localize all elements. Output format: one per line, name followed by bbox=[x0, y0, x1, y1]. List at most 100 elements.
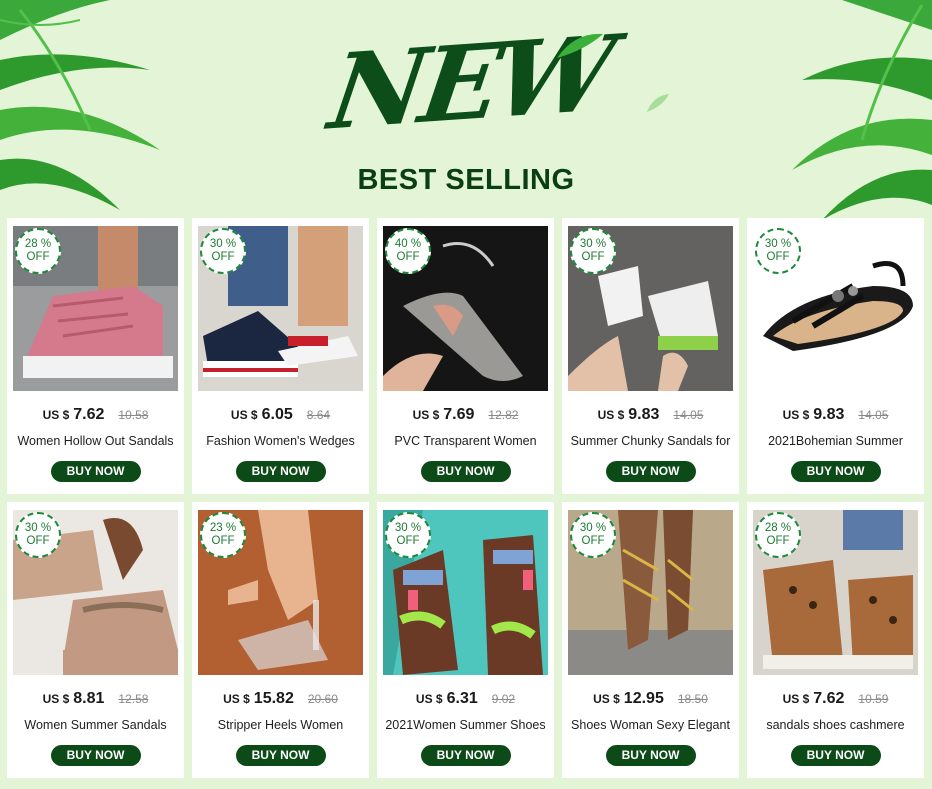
discount-off-label: OFF bbox=[211, 251, 235, 263]
product-image[interactable]: 30 % OFF bbox=[13, 510, 178, 675]
discount-badge: 23 % OFF bbox=[200, 512, 246, 558]
product-card[interactable]: 28 % OFF US $7.62 10.58 Women Hollow Out… bbox=[7, 218, 184, 494]
sale-price-value: 7.62 bbox=[73, 406, 105, 423]
original-price: 9.02 bbox=[491, 692, 516, 706]
product-grid: 28 % OFF US $7.62 10.58 Women Hollow Out… bbox=[7, 218, 925, 778]
original-price: 18.50 bbox=[677, 692, 708, 706]
buy-now-button[interactable]: BUY NOW bbox=[605, 461, 696, 482]
buy-now-button[interactable]: BUY NOW bbox=[235, 461, 326, 482]
discount-percent: 23 % bbox=[209, 522, 237, 534]
product-name[interactable]: Women Hollow Out Sandals bbox=[13, 434, 178, 448]
buy-now-button[interactable]: BUY NOW bbox=[420, 461, 511, 482]
sale-price-value: 6.31 bbox=[446, 690, 478, 707]
product-name[interactable]: PVC Transparent Women bbox=[383, 434, 548, 448]
product-card[interactable]: 23 % OFF US $15.82 20.60 Stripper Heels … bbox=[192, 502, 369, 778]
discount-off-label: OFF bbox=[26, 535, 50, 547]
discount-off-label: OFF bbox=[26, 251, 50, 263]
product-card[interactable]: 28 % OFF US $7.62 10.59 sandals shoes ca… bbox=[747, 502, 924, 778]
original-price: 14.05 bbox=[673, 408, 704, 422]
product-name[interactable]: Fashion Women's Wedges bbox=[198, 434, 363, 448]
discount-percent: 30 % bbox=[24, 522, 52, 534]
product-card[interactable]: 30 % OFF US $6.31 9.02 2021Women Summer … bbox=[377, 502, 554, 778]
price-row: US $12.95 18.50 bbox=[568, 690, 733, 708]
product-image[interactable]: 28 % OFF bbox=[753, 510, 918, 675]
sale-price: US $6.05 bbox=[231, 406, 293, 424]
discount-badge: 30 % OFF bbox=[755, 228, 801, 274]
discount-percent: 30 % bbox=[579, 238, 607, 250]
currency-label: US $ bbox=[230, 408, 258, 422]
buy-now-button[interactable]: BUY NOW bbox=[420, 745, 511, 766]
original-price: 10.59 bbox=[858, 692, 889, 706]
product-image[interactable]: 28 % OFF bbox=[13, 226, 178, 391]
discount-badge: 28 % OFF bbox=[15, 228, 61, 274]
original-price: 20.60 bbox=[307, 692, 338, 706]
sale-price: US $6.31 bbox=[416, 690, 478, 708]
buy-now-button[interactable]: BUY NOW bbox=[790, 745, 881, 766]
discount-off-label: OFF bbox=[581, 535, 605, 547]
product-card[interactable]: 30 % OFF US $9.83 14.05 Summer Chunky Sa… bbox=[562, 218, 739, 494]
currency-label: US $ bbox=[42, 408, 70, 422]
sale-price-value: 12.95 bbox=[623, 690, 664, 707]
currency-label: US $ bbox=[782, 692, 810, 706]
product-name[interactable]: sandals shoes cashmere bbox=[753, 718, 918, 732]
currency-label: US $ bbox=[782, 408, 810, 422]
currency-label: US $ bbox=[593, 692, 620, 706]
price-row: US $6.05 8.64 bbox=[198, 406, 363, 424]
price-row: US $7.69 12.82 bbox=[383, 406, 548, 424]
section-subtitle: BEST SELLING bbox=[357, 164, 575, 196]
product-image[interactable]: 30 % OFF bbox=[568, 510, 733, 675]
product-image[interactable]: 30 % OFF bbox=[198, 226, 363, 391]
product-name[interactable]: Stripper Heels Women bbox=[198, 718, 363, 732]
sale-price: US $15.82 bbox=[223, 690, 294, 708]
product-image[interactable]: 30 % OFF bbox=[753, 226, 918, 391]
discount-off-label: OFF bbox=[396, 535, 420, 547]
product-image[interactable]: 30 % OFF bbox=[383, 510, 548, 675]
product-image[interactable]: 23 % OFF bbox=[198, 510, 363, 675]
product-name[interactable]: Summer Chunky Sandals for bbox=[568, 434, 733, 448]
buy-now-button[interactable]: BUY NOW bbox=[50, 745, 141, 766]
small-leaf-icon bbox=[647, 94, 669, 112]
product-name[interactable]: Shoes Woman Sexy Elegant bbox=[568, 718, 733, 732]
price-row: US $9.83 14.05 bbox=[753, 406, 918, 424]
currency-label: US $ bbox=[415, 692, 443, 706]
product-name[interactable]: Women Summer Sandals bbox=[13, 718, 178, 732]
buy-now-button[interactable]: BUY NOW bbox=[50, 461, 141, 482]
currency-label: US $ bbox=[412, 408, 440, 422]
discount-percent: 30 % bbox=[579, 522, 607, 534]
sale-price-value: 15.82 bbox=[253, 690, 294, 707]
buy-now-button[interactable]: BUY NOW bbox=[605, 745, 696, 766]
sale-price: US $12.95 bbox=[593, 690, 664, 708]
discount-percent: 30 % bbox=[209, 238, 237, 250]
price-row: US $6.31 9.02 bbox=[383, 690, 548, 708]
discount-off-label: OFF bbox=[766, 535, 790, 547]
product-card[interactable]: 30 % OFF US $6.05 8.64 Fashion Women's W… bbox=[192, 218, 369, 494]
discount-badge: 30 % OFF bbox=[570, 512, 616, 558]
price-row: US $15.82 20.60 bbox=[198, 690, 363, 708]
sale-price-value: 6.05 bbox=[261, 406, 293, 423]
discount-percent: 28 % bbox=[764, 522, 792, 534]
sale-price-value: 9.83 bbox=[628, 406, 660, 423]
sale-price-value: 7.69 bbox=[443, 406, 475, 423]
product-card[interactable]: 30 % OFF US $12.95 18.50 Shoes Woman Sex… bbox=[562, 502, 739, 778]
sale-price: US $7.62 bbox=[43, 406, 105, 424]
currency-label: US $ bbox=[42, 692, 70, 706]
discount-percent: 30 % bbox=[394, 522, 422, 534]
original-price: 12.58 bbox=[118, 692, 149, 706]
price-row: US $7.62 10.58 bbox=[13, 406, 178, 424]
product-card[interactable]: 30 % OFF US $9.83 14.05 2021Bohemian Sum… bbox=[747, 218, 924, 494]
product-card[interactable]: 40 % OFF US $7.69 12.82 PVC Transparent … bbox=[377, 218, 554, 494]
product-card[interactable]: 30 % OFF US $8.81 12.58 Women Summer San… bbox=[7, 502, 184, 778]
buy-now-button[interactable]: BUY NOW bbox=[235, 745, 326, 766]
product-image[interactable]: 40 % OFF bbox=[383, 226, 548, 391]
discount-percent: 28 % bbox=[24, 238, 52, 250]
product-name[interactable]: 2021Bohemian Summer bbox=[753, 434, 918, 448]
price-row: US $8.81 12.58 bbox=[13, 690, 178, 708]
sale-price: US $9.83 bbox=[598, 406, 660, 424]
sale-price: US $8.81 bbox=[43, 690, 105, 708]
discount-percent: 40 % bbox=[394, 238, 422, 250]
product-name[interactable]: 2021Women Summer Shoes bbox=[383, 718, 548, 732]
buy-now-button[interactable]: BUY NOW bbox=[790, 461, 881, 482]
original-price: 14.05 bbox=[858, 408, 889, 422]
product-image[interactable]: 30 % OFF bbox=[568, 226, 733, 391]
discount-off-label: OFF bbox=[766, 251, 790, 263]
